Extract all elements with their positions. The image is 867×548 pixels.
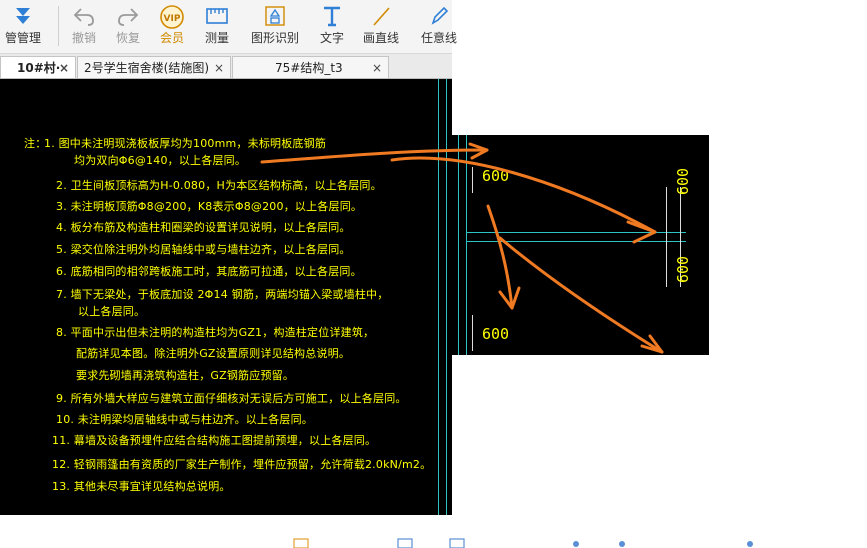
cad-viewer-app: 管管理 撤销 恢复 VIP 会员 测量 图形识别 文字 画直线 任意线 10#村… [0,0,867,548]
undo-icon [64,4,104,30]
note-line: 11. 幕墙及设备预埋件应结合结构施工图提前预埋，以上各层同。 [52,434,377,447]
measure-button[interactable]: 测量 [196,4,238,50]
note-line: 均为双向Φ6@140，以上各层同。 [74,154,247,167]
note-line: 要求先砌墙再浇筑构造柱，GZ钢筋应预留。 [76,369,295,382]
note-line: 2. 卫生间板顶标高为H-0.080，H为本区结构标高，以上各层同。 [56,179,382,192]
note-line: 3. 未注明板顶筋Φ8@200，K8表示Φ8@200，以上各层同。 [56,200,363,213]
note-line: 10. 未注明梁均居轴线中或与柱边齐。以上各层同。 [56,413,313,426]
text-button[interactable]: 文字 [314,4,350,50]
text-label: 文字 [319,31,344,45]
manage-icon [0,4,46,30]
measure-label: 测量 [204,31,229,45]
dimension-label: 600 [482,167,510,185]
dimension-tick [472,315,473,351]
shape-recognition-button[interactable]: 图形识别 [246,4,304,50]
undo-button[interactable]: 撤销 [64,4,104,50]
line-button[interactable]: 画直线 [358,4,404,50]
note-line: 配筋详见本图。除注明外GZ设置原则详见结构总说明。 [76,347,351,360]
note-line: 1. 图中未注明现浇板板厚均为100mm，未标明板底钢筋 [44,137,327,150]
grid-line [466,232,686,233]
note-line: 6. 底筋相同的相邻跨板施工时，其底筋可拉通，以上各层同。 [56,265,362,278]
tab-bar: 10#村· × 2号学生宿舍楼(结施图) × 75#结构_t3 × [0,54,452,79]
axis-line [458,135,459,355]
tab-label: 10#村· [17,61,61,75]
drawing-canvas[interactable]: 注： 1. 图中未注明现浇板板厚均为100mm，未标明板底钢筋 均为双向Φ6@1… [0,79,452,515]
dimension-tick [472,167,473,193]
note-line: 13. 其他未尽事宜详见结构总说明。 [52,480,231,493]
close-icon[interactable]: × [214,57,224,78]
note-line: 4. 板分布筋及构造柱和圈梁的设置详见说明，以上各层同。 [56,221,351,234]
dimension-label: 600 [482,325,510,343]
vip-button[interactable]: VIP 会员 [152,4,192,50]
tab-dorm-structure[interactable]: 2号学生宿舍楼(结施图) × [77,56,231,78]
close-icon[interactable]: × [59,57,69,78]
detail-drawing[interactable]: 600 600 600 600 [452,135,709,355]
grid-line [466,241,686,242]
manage-label: 管管理 [4,31,41,45]
redo-button[interactable]: 恢复 [108,4,148,50]
toolbar: 管管理 撤销 恢复 VIP 会员 测量 图形识别 文字 画直线 任意线 [0,0,457,54]
shape-recognition-icon [246,4,304,30]
vip-label: 会员 [159,31,184,45]
line-icon [358,4,404,30]
vip-icon: VIP [152,4,192,30]
note-line: 9. 所有外墙大样应与建筑立面仔细核对无误后方可施工，以上各层同。 [56,392,407,405]
vip-badge-text: VIP [164,14,181,24]
dimension-label-vertical: 600 [674,167,692,195]
axis-line [446,79,447,515]
tab-label: 75#结构_t3 [275,61,343,75]
note-line: 8. 平面中示出但未注明的构造柱均为GZ1，构造柱定位详建筑， [56,326,375,339]
tab-label: 2号学生宿舍楼(结施图) [84,61,209,75]
note-line: 5. 梁交位除注明外均居轴线中或与墙柱边齐，以上各层同。 [56,243,351,256]
toolbar-divider [58,6,59,46]
dimension-line [666,187,667,287]
bottom-toolbar [293,538,753,548]
ruler-icon [196,4,238,30]
note-line: 以上各层同。 [78,305,146,318]
axis-line [438,79,439,515]
pen-icon [416,4,462,30]
note-line: 7. 墙下无梁处，于板底加设 2Φ14 钢筋，两端均锚入梁或墙柱中， [56,288,389,301]
text-icon [314,4,350,30]
shape-recognition-label: 图形识别 [250,31,299,45]
redo-icon [108,4,148,30]
manage-button[interactable]: 管管理 [0,4,46,50]
tab-75-structure[interactable]: 75#结构_t3 × [232,56,389,78]
redo-label: 恢复 [115,31,140,45]
close-icon[interactable]: × [372,57,382,78]
undo-label: 撤销 [71,31,96,45]
line-label: 画直线 [362,31,399,45]
freehand-label: 任意线 [420,31,457,45]
axis-line [466,135,467,355]
note-line: 12. 轻钢雨篷由有资质的厂家生产制作，埋件应预留，允许荷载2.0kN/m2。 [52,458,432,471]
dimension-label-vertical: 600 [674,255,692,283]
freehand-button[interactable]: 任意线 [416,4,462,50]
tab-10-village[interactable]: 10#村· × [0,56,76,78]
